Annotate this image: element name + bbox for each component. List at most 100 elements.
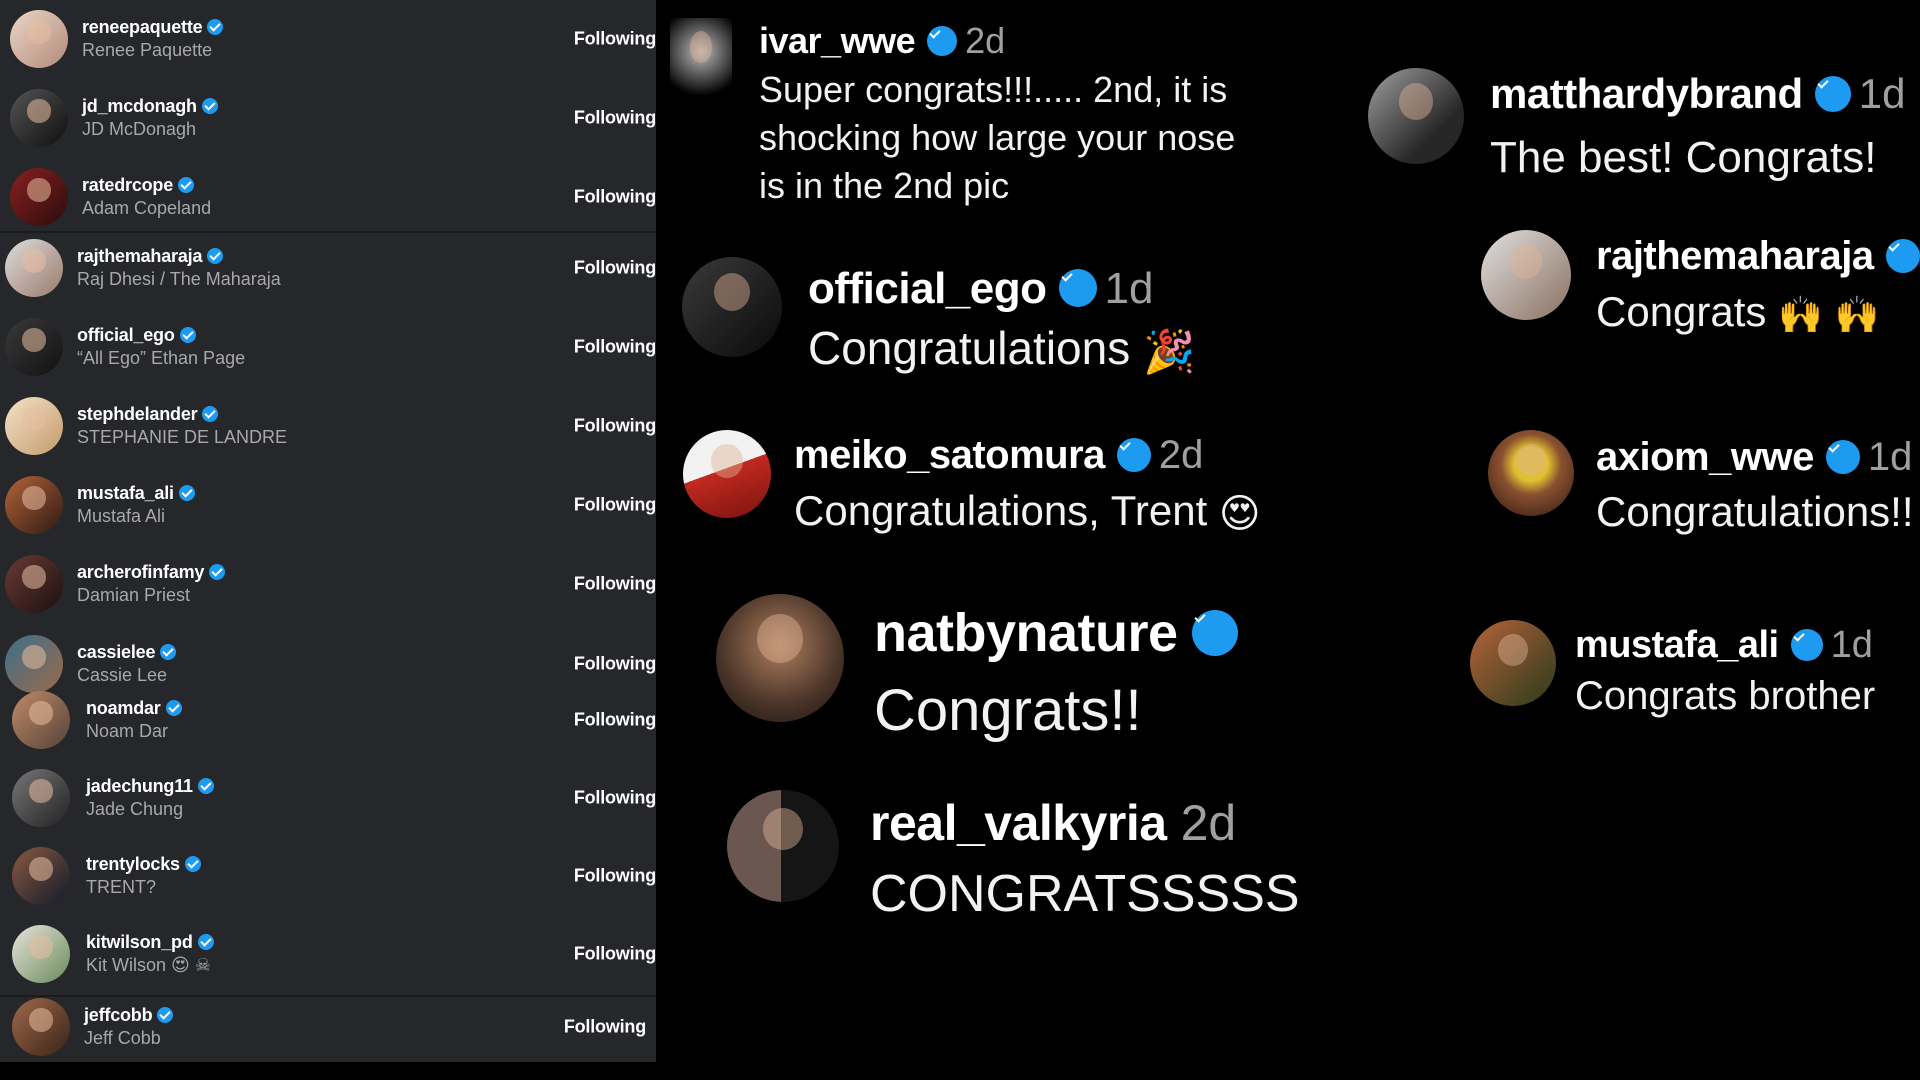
username[interactable]: ratedrcope	[82, 174, 211, 197]
comment-text: Congratulations, Trent 😍	[794, 484, 1261, 541]
display-name: “All Ego” Ethan Page	[77, 348, 246, 368]
username[interactable]: mustafa_ali	[1575, 624, 1779, 666]
username[interactable]: official_ego	[808, 264, 1047, 313]
avatar[interactable]	[670, 18, 732, 102]
display-name: Renee Paquette	[82, 40, 213, 60]
following-row[interactable]: noamdar Noam Dar Following	[0, 685, 656, 755]
timestamp: 1d	[1867, 435, 1913, 479]
following-row[interactable]: rajthemaharaja Raj Dhesi / The Maharaja …	[0, 233, 656, 303]
avatar[interactable]	[12, 925, 70, 983]
username[interactable]: jeffcobb	[84, 1004, 174, 1027]
comment-header: official_ego 1d	[808, 262, 1153, 316]
following-row[interactable]: kitwilson_pd Kit Wilson 😍 ☠ Following	[0, 919, 656, 989]
following-button[interactable]: Following	[574, 258, 656, 279]
timestamp: 2d	[1158, 433, 1204, 477]
following-button[interactable]: Following	[574, 710, 656, 731]
username[interactable]: matthardybrand	[1490, 70, 1803, 117]
comment-line: Super congrats!!!..... 2nd, it is	[759, 69, 1228, 110]
following-row[interactable]: ratedrcope Adam Copeland Following	[0, 162, 656, 232]
comment-header: meiko_satomura 2d	[794, 430, 1203, 480]
following-button[interactable]: Following	[574, 187, 656, 208]
avatar[interactable]	[683, 430, 771, 518]
avatar[interactable]	[1368, 68, 1464, 164]
following-row[interactable]: jd_mcdonagh JD McDonagh Following	[0, 83, 656, 153]
avatar[interactable]	[12, 847, 70, 905]
username[interactable]: noamdar	[86, 697, 182, 720]
comment-text: Congratulations 🎉	[808, 320, 1195, 380]
avatar[interactable]	[5, 476, 63, 534]
avatar[interactable]	[5, 318, 63, 376]
avatar[interactable]	[5, 239, 63, 297]
following-row[interactable]: jadechung11 Jade Chung Following	[0, 763, 656, 833]
following-button[interactable]: Following	[574, 29, 656, 50]
following-row[interactable]: jeffcobb Jeff Cobb Following	[0, 992, 656, 1062]
following-button[interactable]: Following	[574, 866, 656, 887]
following-button[interactable]: Following	[574, 337, 656, 358]
following-row[interactable]: reneepaquette Renee Paquette Following	[0, 4, 656, 74]
username[interactable]: official_ego	[77, 324, 245, 347]
following-button[interactable]: Following	[574, 495, 656, 516]
following-button[interactable]: Following	[574, 788, 656, 809]
following-row[interactable]: official_ego “All Ego” Ethan Page Follow…	[0, 312, 656, 382]
display-name: Damian Priest	[77, 585, 191, 605]
comment-line: is in the 2nd pic	[759, 165, 1010, 206]
username[interactable]: reneepaquette	[82, 16, 224, 39]
party-popper-icon: 🎉	[1142, 327, 1196, 375]
comment-line: The best! Congrats!	[1490, 133, 1877, 182]
following-button[interactable]: Following	[574, 416, 656, 437]
display-name: Jade Chung	[86, 799, 184, 819]
raising-hands-icon: 🙌	[1778, 293, 1823, 335]
username[interactable]: real_valkyria	[870, 795, 1167, 851]
avatar[interactable]	[682, 257, 782, 357]
following-button[interactable]: Following	[574, 944, 656, 965]
avatar[interactable]	[716, 594, 844, 722]
following-button[interactable]: Following	[564, 1017, 646, 1038]
avatar[interactable]	[12, 691, 70, 749]
comment-text: Congratulations!!	[1596, 484, 1914, 540]
comment-text: Congrats brother	[1575, 670, 1875, 722]
timestamp: 2d	[1180, 795, 1237, 851]
avatar[interactable]	[12, 769, 70, 827]
avatar[interactable]	[12, 998, 70, 1056]
avatar[interactable]	[1488, 430, 1574, 516]
timestamp: 1d	[1104, 264, 1154, 313]
verified-badge-icon	[1814, 76, 1851, 112]
avatar[interactable]	[1470, 620, 1556, 706]
avatar[interactable]	[10, 168, 68, 226]
following-row[interactable]: trentylocks TRENT? Following	[0, 841, 656, 911]
username[interactable]: kitwilson_pd	[86, 931, 214, 954]
username[interactable]: mustafa_ali	[77, 482, 195, 505]
username[interactable]: jd_mcdonagh	[82, 95, 218, 118]
comment-header: mustafa_ali 1d	[1575, 620, 1873, 670]
username[interactable]: rajthemaharaja	[77, 245, 281, 268]
heart-eyes-icon: 😍	[1218, 491, 1261, 536]
following-button[interactable]: Following	[574, 108, 656, 129]
username[interactable]: meiko_satomura	[794, 433, 1105, 477]
avatar[interactable]	[727, 790, 839, 902]
following-row[interactable]: stephdelander STEPHANIE DE LANDRE Follow…	[0, 391, 656, 461]
following-button[interactable]: Following	[574, 574, 656, 595]
following-row[interactable]: archerofinfamy Damian Priest Following	[0, 549, 656, 619]
username[interactable]: ivar_wwe	[759, 20, 916, 61]
username[interactable]: cassielee	[77, 641, 177, 664]
username[interactable]: trentylocks	[86, 853, 201, 876]
verified-badge-icon	[1825, 440, 1860, 474]
comment-header: matthardybrand 1d	[1490, 68, 1905, 120]
avatar[interactable]	[10, 89, 68, 147]
following-button[interactable]: Following	[574, 654, 656, 675]
verified-badge-icon	[202, 406, 219, 422]
avatar[interactable]	[10, 10, 68, 68]
username[interactable]: stephdelander	[77, 403, 287, 426]
avatar[interactable]	[5, 397, 63, 455]
avatar[interactable]	[1481, 230, 1571, 320]
username[interactable]: jadechung11	[86, 775, 214, 798]
username[interactable]: rajthemaharaja	[1596, 234, 1874, 278]
username[interactable]: archerofinfamy	[77, 561, 226, 584]
display-name: Raj Dhesi / The Maharaja	[77, 269, 281, 289]
username[interactable]: axiom_wwe	[1596, 435, 1814, 479]
username[interactable]: natbynature	[874, 603, 1178, 663]
following-row[interactable]: mustafa_ali Mustafa Ali Following	[0, 470, 656, 540]
comment-line: Congratulations, Trent	[794, 487, 1208, 534]
verified-badge-icon	[209, 564, 226, 580]
avatar[interactable]	[5, 555, 63, 613]
